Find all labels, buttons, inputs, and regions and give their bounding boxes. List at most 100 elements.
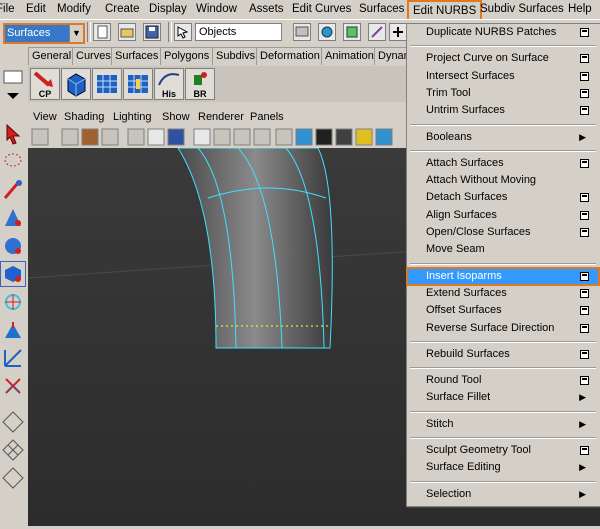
panel-menu-renderer[interactable]: Renderer bbox=[198, 111, 244, 123]
option-box-icon[interactable] bbox=[580, 54, 589, 64]
option-box-icon[interactable] bbox=[580, 288, 589, 298]
option-box-icon[interactable] bbox=[580, 323, 589, 333]
option-box-icon[interactable] bbox=[580, 106, 589, 116]
menu-item-round-tool[interactable]: Round Tool bbox=[407, 372, 599, 389]
menu-separator bbox=[410, 340, 596, 343]
rotate-tool-icon[interactable] bbox=[1, 234, 25, 258]
select-by-hierarchy-icon[interactable] bbox=[293, 23, 311, 41]
option-box-icon[interactable] bbox=[580, 193, 589, 203]
plus-icon[interactable] bbox=[389, 23, 407, 41]
save-scene-icon[interactable] bbox=[143, 23, 161, 41]
menu-item-sculpt-geometry-tool[interactable]: Sculpt Geometry Tool bbox=[407, 442, 599, 459]
menu-item-intersect-surfaces[interactable]: Intersect Surfaces bbox=[407, 68, 599, 85]
shelf-tab-curves[interactable]: Curves bbox=[72, 47, 115, 65]
panel-menu-show[interactable]: Show bbox=[162, 111, 190, 123]
option-box-icon[interactable] bbox=[580, 71, 589, 81]
grid2-icon[interactable] bbox=[123, 68, 153, 100]
grid-icon[interactable] bbox=[92, 68, 122, 100]
selection-mode-field[interactable]: Objects bbox=[195, 23, 282, 41]
lasso-tool-icon[interactable] bbox=[1, 150, 25, 174]
menu-item-attach-surfaces[interactable]: Attach Surfaces bbox=[407, 155, 599, 172]
option-box-icon[interactable] bbox=[580, 228, 589, 237]
menu-edit-curves[interactable]: Edit Curves bbox=[292, 3, 351, 15]
chevron-down-icon[interactable]: ▼ bbox=[69, 25, 83, 42]
menu-item-project-curve-on-surface[interactable]: Project Curve on Surface bbox=[407, 50, 599, 67]
panel-menu-shading[interactable]: Shading bbox=[64, 111, 104, 123]
option-box-icon[interactable] bbox=[580, 306, 589, 316]
menu-edit-nurbs[interactable]: Edit NURBS bbox=[407, 0, 483, 21]
cp-icon[interactable]: CP bbox=[30, 68, 60, 100]
open-scene-icon[interactable] bbox=[118, 23, 136, 41]
layout-icon[interactable] bbox=[1, 68, 25, 86]
menu-item-booleans[interactable]: Booleans ▶ bbox=[407, 129, 599, 146]
menu-item-detach-surfaces[interactable]: Detach Surfaces bbox=[407, 189, 599, 206]
menu-item-extend-surfaces[interactable]: Extend Surfaces bbox=[407, 285, 599, 302]
shelf-tab-subdivs[interactable]: Subdivs bbox=[212, 47, 260, 65]
layout-single-icon[interactable] bbox=[1, 410, 25, 434]
menu-item-insert-isoparms[interactable]: Insert Isoparms bbox=[406, 266, 600, 286]
snap-icon[interactable] bbox=[368, 23, 386, 41]
soft-mod-icon[interactable] bbox=[1, 318, 25, 342]
shelf-tab-general[interactable]: General bbox=[28, 47, 76, 65]
option-box-icon[interactable] bbox=[580, 349, 589, 359]
layout-quad-icon[interactable] bbox=[1, 438, 25, 462]
menu-surfaces[interactable]: Surfaces bbox=[359, 3, 404, 15]
manipulator-tool-icon[interactable] bbox=[1, 290, 25, 314]
menu-item-move-seam[interactable]: Move Seam bbox=[407, 241, 599, 258]
select-by-object-icon[interactable] bbox=[318, 23, 336, 41]
select-by-component-icon[interactable] bbox=[343, 23, 361, 41]
menu-subdiv-surfaces[interactable]: Subdiv Surfaces bbox=[480, 3, 564, 15]
option-box-icon[interactable] bbox=[580, 28, 589, 37]
menu-item-attach-without-moving[interactable]: Attach Without Moving bbox=[407, 172, 599, 189]
menu-assets[interactable]: Assets bbox=[249, 3, 284, 15]
panel-menu-view[interactable]: View bbox=[33, 111, 57, 123]
option-box-icon[interactable] bbox=[580, 210, 589, 220]
menu-item-selection[interactable]: Selection ▶ bbox=[407, 486, 599, 503]
move-tool-icon[interactable] bbox=[1, 206, 25, 230]
menu-item-stitch[interactable]: Stitch ▶ bbox=[407, 416, 599, 433]
option-box-icon[interactable] bbox=[580, 446, 589, 455]
menu-window[interactable]: Window bbox=[196, 3, 237, 15]
layout-persp-icon[interactable] bbox=[1, 466, 25, 490]
menu-item-rebuild-surfaces[interactable]: Rebuild Surfaces bbox=[407, 346, 599, 363]
option-box-icon[interactable] bbox=[580, 376, 589, 386]
menu-set-dropdown[interactable]: Surfaces ▼ bbox=[3, 23, 85, 44]
menu-item-align-surfaces[interactable]: Align Surfaces bbox=[407, 207, 599, 224]
his-icon[interactable]: His bbox=[154, 68, 184, 100]
menu-display[interactable]: Display bbox=[149, 3, 187, 15]
cube-icon[interactable] bbox=[61, 68, 91, 100]
menu-item-surface-editing[interactable]: Surface Editing ▶ bbox=[407, 459, 599, 476]
panel-toolbar-icons[interactable] bbox=[28, 126, 408, 148]
select-tool-icon[interactable] bbox=[1, 122, 25, 146]
menu-file[interactable]: File bbox=[0, 3, 15, 15]
chevron-down-icon[interactable] bbox=[1, 88, 25, 104]
panel-menu-lighting[interactable]: Lighting bbox=[113, 111, 152, 123]
new-scene-icon[interactable] bbox=[93, 23, 111, 41]
menu-item-trim-tool[interactable]: Trim Tool bbox=[407, 85, 599, 102]
shelf-tab-animation[interactable]: Animation bbox=[321, 47, 378, 65]
option-box-icon[interactable] bbox=[580, 271, 589, 281]
panel-menu-panels[interactable]: Panels bbox=[250, 111, 284, 123]
shelf-tab-polygons[interactable]: Polygons bbox=[160, 47, 214, 65]
menu-item-duplicate-nurbs-patches[interactable]: Duplicate NURBS Patches bbox=[407, 24, 599, 41]
selection-mask-icon[interactable] bbox=[174, 23, 192, 41]
shelf-tab-deformation[interactable]: Deformation bbox=[256, 47, 324, 65]
menu-item-open-close-surfaces[interactable]: Open/Close Surfaces bbox=[407, 224, 599, 241]
menu-create[interactable]: Create bbox=[105, 3, 140, 15]
menu-help[interactable]: Help bbox=[568, 3, 592, 15]
menu-item-surface-fillet[interactable]: Surface Fillet ▶ bbox=[407, 389, 599, 406]
paint-select-icon[interactable] bbox=[1, 178, 25, 202]
option-box-icon[interactable] bbox=[580, 88, 589, 98]
axis-tool-icon[interactable] bbox=[1, 346, 25, 370]
option-box-icon[interactable] bbox=[580, 158, 589, 168]
menu-separator bbox=[410, 367, 596, 370]
menu-item-untrim-surfaces[interactable]: Untrim Surfaces bbox=[407, 102, 599, 119]
scale-tool-icon[interactable] bbox=[0, 261, 26, 287]
transform-x-icon[interactable] bbox=[1, 374, 25, 398]
menu-item-offset-surfaces[interactable]: Offset Surfaces bbox=[407, 302, 599, 319]
br-icon[interactable]: BR bbox=[185, 68, 215, 100]
menu-item-reverse-surface-direction[interactable]: Reverse Surface Direction bbox=[407, 320, 599, 337]
menu-edit[interactable]: Edit bbox=[26, 3, 46, 15]
menu-modify[interactable]: Modify bbox=[57, 3, 91, 15]
shelf-tab-surfaces[interactable]: Surfaces bbox=[111, 47, 163, 65]
